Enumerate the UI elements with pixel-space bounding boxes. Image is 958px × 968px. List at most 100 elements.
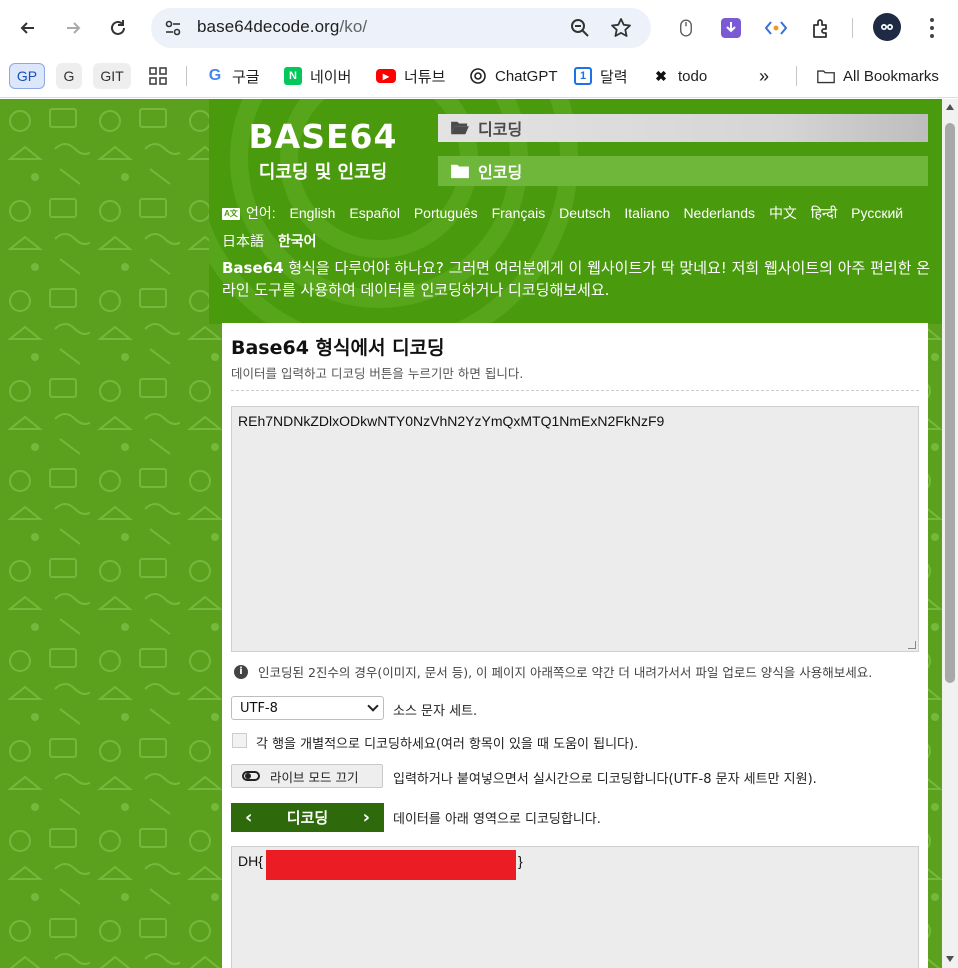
- tab-encode-label: 인코딩: [478, 163, 523, 182]
- page-scrollbar[interactable]: [942, 99, 958, 968]
- tab-decode-label: 디코딩: [478, 120, 523, 139]
- apps-grid-icon[interactable]: [146, 63, 170, 89]
- language-link[interactable]: Español: [349, 205, 400, 221]
- calendar-icon: 1: [574, 67, 592, 85]
- language-link-current[interactable]: 한국어: [278, 233, 317, 249]
- browser-toolbar: base64decode.org/ko/: [0, 0, 958, 56]
- live-mode-button-label: 라이브 모드 끄기: [270, 769, 359, 785]
- output-suffix: }: [518, 853, 523, 869]
- bookmark-label: todo: [678, 67, 708, 85]
- reload-icon: [111, 20, 125, 35]
- code-extension-icon[interactable]: [762, 14, 790, 42]
- forward-button[interactable]: [57, 12, 89, 44]
- bookmark-label: 달력: [600, 68, 628, 86]
- bookmarks-overflow-button[interactable]: »: [759, 63, 769, 89]
- decode-button-label: 디코딩: [286, 809, 329, 827]
- charset-select[interactable]: UTF-8: [231, 696, 384, 720]
- naver-icon: N: [284, 67, 302, 85]
- profile-avatar[interactable]: [873, 13, 901, 41]
- bookmark-google[interactable]: G 구글: [206, 63, 260, 89]
- youtube-icon: ▶: [376, 69, 396, 83]
- all-bookmarks-button[interactable]: All Bookmarks: [817, 63, 939, 89]
- download-extension-icon[interactable]: [717, 14, 745, 42]
- bookmark-youtube[interactable]: ▶ 너튜브: [376, 63, 445, 89]
- tab-encode[interactable]: 인코딩: [438, 156, 928, 186]
- chevron-left-icon: ‹: [245, 807, 253, 828]
- bookmark-label: 구글: [232, 68, 260, 86]
- all-bookmarks-label: All Bookmarks: [843, 67, 939, 85]
- language-link[interactable]: Italiano: [624, 205, 669, 221]
- folder-icon: [817, 67, 835, 85]
- intro-text: Base64 형식을 다루어야 하나요? 그러면 여러분에게 이 웹사이트가 딱…: [222, 257, 932, 301]
- chatgpt-icon: [469, 67, 487, 85]
- address-bar[interactable]: base64decode.org/ko/: [151, 8, 651, 48]
- language-link[interactable]: Français: [492, 205, 546, 221]
- separate-lines-label[interactable]: 각 행을 개별적으로 디코딩하세요(여러 항목이 있을 때 도움이 됩니다).: [256, 733, 638, 752]
- zoom-out-icon[interactable]: [569, 17, 591, 39]
- bookmark-chatgpt[interactable]: ChatGPT: [469, 63, 558, 89]
- language-label: 언어:: [246, 205, 276, 221]
- input-value: REh7NDNkZDlxODkwNTY0NzVhN2YzYmQxMTQ1NmEx…: [238, 413, 665, 429]
- translate-icon: A文: [222, 208, 240, 221]
- info-text: 인코딩된 2진수의 경우(이미지, 문서 등), 이 페이지 아래쪽으로 약간 …: [258, 665, 873, 680]
- output-prefix: DH{: [238, 853, 263, 869]
- back-button[interactable]: [12, 12, 44, 44]
- intro-rest: 형식을 다루어야 하나요? 그러면 여러분에게 이 웹사이트가 딱 맞네요! 저…: [222, 259, 931, 299]
- decode-form-card: Base64 형식에서 디코딩 데이터를 입력하고 디코딩 버튼을 누르기만 하…: [222, 323, 928, 968]
- folder-open-icon: [451, 121, 469, 135]
- url-path: /ko/: [339, 17, 368, 36]
- mouse-extension-icon[interactable]: [672, 14, 700, 42]
- language-link[interactable]: English: [290, 205, 336, 221]
- todo-icon: ✖: [655, 67, 667, 84]
- logo-subtitle: 디코딩 및 인코딩: [258, 162, 388, 183]
- language-link[interactable]: 日本語: [222, 233, 264, 249]
- bookmark-chip-gp[interactable]: GP: [9, 63, 45, 89]
- input-textarea[interactable]: REh7NDNkZDlxODkwNTY0NzVhN2YzYmQxMTQ1NmEx…: [231, 406, 919, 652]
- live-mode-label: 입력하거나 붙여넣으면서 실시간으로 디코딩합니다(UTF-8 문자 세트만 지…: [393, 772, 817, 787]
- chevron-down-icon: [367, 700, 379, 712]
- bookmarks-divider: [186, 66, 187, 86]
- language-link[interactable]: Русский: [851, 205, 903, 221]
- bookmark-todo[interactable]: ✖ todo: [652, 63, 707, 89]
- bookmarks-divider: [796, 66, 797, 86]
- language-link[interactable]: Deutsch: [559, 205, 610, 221]
- bookmark-chip-g[interactable]: G: [56, 63, 82, 89]
- form-description: 데이터를 입력하고 디코딩 버튼을 누르기만 하면 됩니다.: [231, 366, 524, 381]
- binary-info: i 인코딩된 2진수의 경우(이미지, 문서 등), 이 페이지 아래쪽으로 약…: [234, 662, 872, 681]
- decode-button[interactable]: ‹ 디코딩 ›: [231, 803, 384, 832]
- dashed-divider: [231, 390, 919, 391]
- scrollbar-thumb[interactable]: [945, 123, 955, 683]
- url-host: base64decode.org: [197, 17, 340, 36]
- toggle-icon: [242, 771, 260, 781]
- tab-decode[interactable]: 디코딩: [438, 114, 928, 142]
- chevron-right-icon: ›: [362, 807, 370, 828]
- resize-handle[interactable]: [908, 641, 916, 649]
- language-link[interactable]: हिन्दी: [811, 205, 837, 221]
- bookmark-label: 네이버: [310, 68, 352, 86]
- language-link[interactable]: Nederlands: [683, 205, 755, 221]
- output-textarea[interactable]: DH{ }: [231, 846, 919, 968]
- language-link[interactable]: Português: [414, 205, 478, 221]
- bookmarks-bar: GP G GIT G 구글 N 네이버 ▶ 너튜브 ChatGPT 1 달력 ✖ todo…: [0, 56, 958, 98]
- live-mode-button[interactable]: 라이브 모드 끄기: [231, 764, 383, 788]
- decode-label: 데이터를 아래 영역으로 디코딩합니다.: [393, 812, 601, 827]
- reload-button[interactable]: [102, 12, 134, 44]
- site-logo[interactable]: BASE64 디코딩 및 인코딩: [233, 117, 413, 184]
- intro-bold: Base64: [222, 259, 284, 277]
- scroll-up-arrow-icon[interactable]: [946, 104, 954, 110]
- browser-menu-icon[interactable]: [922, 16, 942, 40]
- bookmark-calendar[interactable]: 1 달력: [574, 63, 628, 89]
- form-title: Base64 형식에서 디코딩: [231, 337, 445, 359]
- separate-lines-checkbox[interactable]: [232, 733, 247, 748]
- bookmark-star-icon[interactable]: [610, 17, 632, 39]
- site-info-icon[interactable]: [163, 18, 183, 38]
- scroll-down-arrow-icon[interactable]: [946, 956, 954, 962]
- bookmark-naver[interactable]: N 네이버: [284, 63, 351, 89]
- page-body: BASE64 디코딩 및 인코딩 디코딩 인코딩 A文 언어: English E…: [0, 99, 942, 968]
- forward-arrow-icon: [67, 22, 81, 34]
- language-link[interactable]: 中文: [769, 205, 797, 221]
- extensions-puzzle-icon[interactable]: [807, 14, 835, 42]
- bookmark-chip-git[interactable]: GIT: [93, 63, 131, 89]
- url-text[interactable]: base64decode.org/ko/: [197, 17, 367, 37]
- bookmark-label: 너튜브: [404, 68, 446, 86]
